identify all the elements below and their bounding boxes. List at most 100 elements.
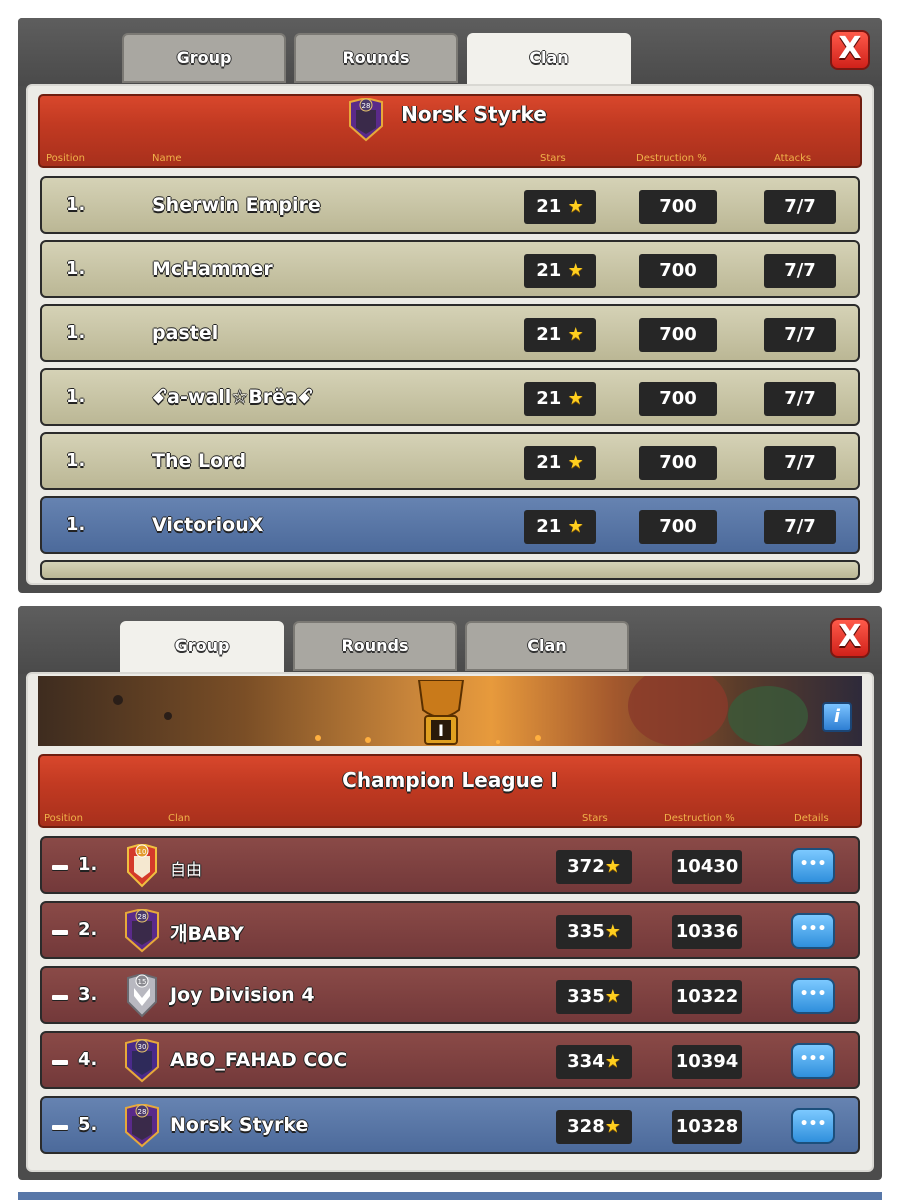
stars-pill: 21 ★ — [524, 382, 596, 416]
clan-row[interactable]: 3. 15 Joy Division 4 335★ 10322 ••• — [40, 966, 860, 1024]
clan-name: Norsk Styrke — [170, 1114, 309, 1136]
svg-text:I: I — [438, 721, 444, 740]
stars-pill: 21 ★ — [524, 446, 596, 480]
member-row[interactable]: 1. Sherwin Empire 21 ★ 700 7/7 — [40, 176, 860, 234]
tab-clan[interactable]: Clan — [467, 33, 631, 86]
attacks-pill: 7/7 — [764, 446, 836, 480]
star-icon: ★ — [567, 516, 584, 537]
clan-tab-panel: Group Rounds Clan X 28 Norsk Styrke Posi… — [18, 18, 882, 593]
clan-name: ABO_FAHAD COC — [170, 1049, 348, 1071]
star-icon: ★ — [567, 196, 584, 217]
position-label: 1. — [66, 194, 86, 215]
svg-text:30: 30 — [138, 1043, 147, 1051]
star-icon: ★ — [567, 324, 584, 345]
rank-unchanged-icon — [52, 1060, 68, 1065]
column-header-position: Position — [46, 153, 85, 164]
stars-pill: 21 ★ — [524, 510, 596, 544]
stars-pill: 21 ★ — [524, 190, 596, 224]
member-row-partial — [40, 560, 860, 580]
close-button[interactable]: X — [830, 30, 870, 70]
details-button[interactable]: ••• — [791, 913, 835, 949]
stars-pill: 21 ★ — [524, 254, 596, 288]
details-button[interactable]: ••• — [791, 1108, 835, 1144]
league-title: Champion League I — [342, 768, 558, 792]
details-button[interactable]: ••• — [791, 848, 835, 884]
clan-row[interactable]: 1. 10 自由 372★ 10430 ••• — [40, 836, 860, 894]
stars-pill: 21 ★ — [524, 318, 596, 352]
tab-clan[interactable]: Clan — [465, 621, 629, 671]
league-title-banner: Champion League I Position Clan Stars De… — [38, 754, 862, 828]
tab-rounds[interactable]: Rounds — [294, 33, 458, 83]
member-name: pastel — [152, 322, 219, 344]
column-header-position: Position — [44, 813, 83, 824]
star-icon: ★ — [567, 260, 584, 281]
column-header-stars: Stars — [582, 813, 608, 824]
member-row-highlighted[interactable]: 1. VictoriouX 21 ★ 700 7/7 — [40, 496, 860, 554]
star-icon: ★ — [604, 921, 621, 942]
clan-name: Joy Division 4 — [170, 984, 315, 1006]
destruction-pill: 700 — [639, 318, 717, 352]
stars-pill: 372★ — [556, 850, 632, 884]
member-name: ꗃa-wall☆Brëaꗃ — [152, 386, 314, 408]
member-name: Sherwin Empire — [152, 194, 321, 216]
info-button[interactable]: i — [822, 702, 852, 732]
member-name: The Lord — [152, 450, 247, 472]
svg-text:15: 15 — [138, 978, 147, 986]
stars-pill: 335★ — [556, 915, 632, 949]
svg-text:28: 28 — [138, 913, 147, 921]
star-icon: ★ — [604, 1116, 621, 1137]
details-button[interactable]: ••• — [791, 978, 835, 1014]
position-label: 1. — [66, 514, 86, 535]
position-label: 1. — [66, 450, 86, 471]
clan-name: 自由 — [170, 860, 203, 879]
position-label: 1. — [66, 258, 86, 279]
clan-name-title: Norsk Styrke — [401, 102, 547, 126]
destruction-pill: 700 — [639, 382, 717, 416]
column-header-destruction: Destruction % — [636, 153, 707, 164]
column-header-destruction: Destruction % — [664, 813, 735, 824]
position-label: 1. — [66, 322, 86, 343]
attacks-pill: 7/7 — [764, 382, 836, 416]
position-label: 1. — [78, 854, 98, 875]
clan-header-banner: 28 Norsk Styrke Position Name Stars Dest… — [38, 94, 862, 168]
clan-badge-icon: 10 — [127, 844, 157, 888]
clan-badge-icon: 15 — [127, 974, 157, 1018]
column-header-attacks: Attacks — [774, 153, 812, 164]
attacks-pill: 7/7 — [764, 190, 836, 224]
clan-row[interactable]: 4. 30 ABO_FAHAD COC 334★ 10394 ••• — [40, 1031, 860, 1089]
position-label: 2. — [78, 919, 98, 940]
position-label: 3. — [78, 984, 98, 1005]
clan-name: 개BABY — [170, 923, 244, 945]
tab-group[interactable]: Group — [122, 33, 286, 83]
clan-content: 28 Norsk Styrke Position Name Stars Dest… — [26, 84, 874, 585]
clan-row[interactable]: 2. 28 개BABY 335★ 10336 ••• — [40, 901, 860, 959]
tab-rounds[interactable]: Rounds — [293, 621, 457, 671]
star-icon: ★ — [604, 856, 621, 877]
position-label: 4. — [78, 1049, 98, 1070]
position-label: 1. — [66, 386, 86, 407]
clan-badge-icon: 30 — [125, 1039, 159, 1083]
member-row[interactable]: 1. The Lord 21 ★ 700 7/7 — [40, 432, 860, 490]
close-button[interactable]: X — [830, 618, 870, 658]
destruction-pill: 10430 — [672, 850, 742, 884]
details-button[interactable]: ••• — [791, 1043, 835, 1079]
stars-pill: 335★ — [556, 980, 632, 1014]
svg-text:28: 28 — [138, 1108, 147, 1116]
tab-group[interactable]: Group — [120, 621, 284, 674]
cropped-row-strip — [18, 1192, 882, 1200]
attacks-pill: 7/7 — [764, 254, 836, 288]
star-icon: ★ — [604, 986, 621, 1007]
member-row[interactable]: 1. ꗃa-wall☆Brëaꗃ 21 ★ 700 7/7 — [40, 368, 860, 426]
rank-unchanged-icon — [52, 1125, 68, 1130]
member-row[interactable]: 1. McHammer 21 ★ 700 7/7 — [40, 240, 860, 298]
star-icon: ★ — [567, 452, 584, 473]
rank-unchanged-icon — [52, 930, 68, 935]
member-name: VictoriouX — [152, 514, 264, 536]
stars-pill: 334★ — [556, 1045, 632, 1079]
destruction-pill: 700 — [639, 510, 717, 544]
star-icon: ★ — [604, 1051, 621, 1072]
clan-badge-icon: 28 — [125, 1104, 159, 1148]
destruction-pill: 700 — [639, 190, 717, 224]
clan-row-highlighted[interactable]: 5. 28 Norsk Styrke 328★ 10328 ••• — [40, 1096, 860, 1154]
member-row[interactable]: 1. pastel 21 ★ 700 7/7 — [40, 304, 860, 362]
